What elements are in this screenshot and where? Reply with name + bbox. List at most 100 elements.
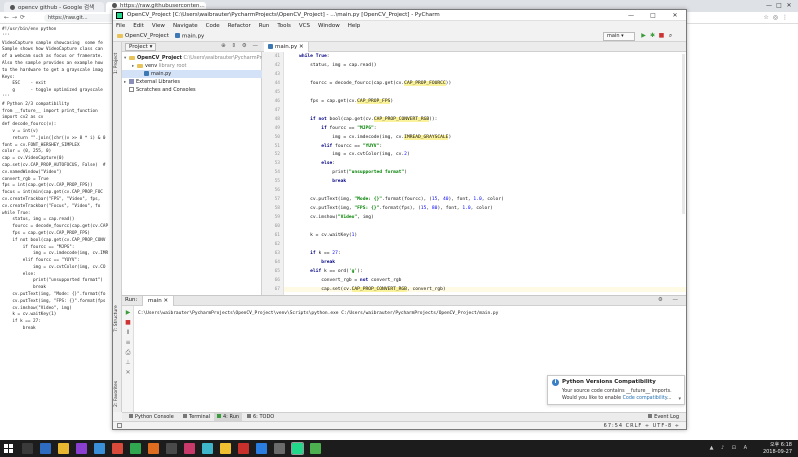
- code-line[interactable]: fps = cap.get(cv.CAP_PROP_FPS): [288, 98, 393, 104]
- app-icon-7[interactable]: [184, 443, 195, 454]
- close-button[interactable]: ✕: [664, 10, 686, 21]
- search-icon[interactable]: ⌕: [666, 32, 675, 40]
- code-line[interactable]: convert_rgb = not convert_rgb: [288, 278, 401, 283]
- menu-file[interactable]: File: [113, 21, 129, 31]
- code-line[interactable]: k = cv.waitKey(1): [288, 233, 357, 238]
- code-line[interactable]: if not bool(cap.get(cv.CAP_PROP_CONVERT_…: [288, 116, 437, 122]
- tree-item-project-root[interactable]: ▾ OpenCV_Project C:\Users\waibrauter\Pych…: [124, 54, 274, 62]
- code-line[interactable]: fourcc = decode_fourcc(cap.get(cv.CAP_PR…: [288, 80, 451, 86]
- app-icon-6[interactable]: [166, 443, 177, 454]
- browser-nav-icons[interactable]: ←→⟳: [4, 14, 28, 21]
- menu-help[interactable]: Help: [344, 21, 365, 31]
- tree-item-main-py[interactable]: main.py: [122, 70, 262, 78]
- stop-icon[interactable]: ■: [657, 32, 666, 39]
- editor-tab-main-py[interactable]: main.py ✕: [264, 42, 309, 52]
- app-icon-9[interactable]: [220, 443, 231, 454]
- run-configuration-select[interactable]: main ▾: [603, 32, 635, 41]
- maximize-icon[interactable]: □: [774, 2, 784, 9]
- menu-navigate[interactable]: Navigate: [169, 21, 202, 31]
- app-icon-13[interactable]: [310, 443, 321, 454]
- menu-vcs[interactable]: VCS: [295, 21, 314, 31]
- print-icon[interactable]: ⎙: [125, 350, 131, 356]
- run-tab-main[interactable]: main ✕: [142, 296, 175, 306]
- pin-icon[interactable]: ⊥: [125, 360, 131, 366]
- editor-scrollbar[interactable]: [682, 54, 685, 214]
- code-line[interactable]: if k == 27:: [288, 251, 340, 256]
- notification-balloon[interactable]: i Python Versions Compatibility Your sou…: [547, 375, 685, 405]
- favorites-tool-button[interactable]: 2: Favorites: [114, 381, 119, 407]
- file-explorer-icon[interactable]: [58, 443, 69, 454]
- minimize-icon[interactable]: —: [764, 2, 774, 9]
- tool-windows-toggle-icon[interactable]: [117, 423, 122, 428]
- code-line[interactable]: break: [288, 179, 346, 184]
- app-icon-5[interactable]: [148, 443, 159, 454]
- menu-edit[interactable]: Edit: [129, 21, 148, 31]
- soft-wrap-icon[interactable]: ≡: [125, 340, 131, 346]
- pycharm-taskbar-icon[interactable]: [291, 442, 304, 455]
- code-line[interactable]: else:: [288, 161, 335, 166]
- code-line[interactable]: elif fourcc == "YUYV":: [288, 144, 382, 149]
- minimize-button[interactable]: —: [620, 10, 642, 21]
- menu-refactor[interactable]: Refactor: [224, 21, 255, 31]
- run-icon: [217, 414, 221, 418]
- menu-window[interactable]: Window: [314, 21, 344, 31]
- close-icon[interactable]: ✕: [784, 2, 794, 9]
- search-taskbar-icon[interactable]: [22, 443, 33, 454]
- app-icon-12[interactable]: [274, 443, 285, 454]
- google-favicon-icon: [10, 5, 15, 10]
- tree-item-external-libraries[interactable]: ▸ External Libraries: [124, 78, 180, 86]
- system-clock[interactable]: 오후 6:18 2018-09-27: [763, 442, 792, 455]
- delete-icon[interactable]: ✕: [125, 370, 131, 376]
- title-bar: OpenCV_Project [C:\Users\waibrauter\Pych…: [113, 10, 686, 21]
- project-view-select[interactable]: Project ▾: [125, 43, 157, 51]
- code-line[interactable]: status, img = cap.read(): [288, 63, 376, 68]
- run-icon[interactable]: ▶: [639, 32, 648, 39]
- project-tool-button[interactable]: 1: Project: [114, 53, 119, 74]
- app-icon-4[interactable]: [130, 443, 141, 454]
- code-line[interactable]: img = cv.imdecode(img, cv.IMREAD_GRAYSCA…: [288, 134, 451, 140]
- app-icon-2[interactable]: [94, 443, 105, 454]
- tree-item-venv[interactable]: ▸ venv library root: [132, 62, 186, 70]
- code-line[interactable]: cap.set(cv.CAP_PROP_CONVERT_RGB, convert…: [284, 286, 686, 292]
- app-icon-3[interactable]: [112, 443, 123, 454]
- code-line[interactable]: print("unsupported format"): [288, 170, 407, 175]
- code-line[interactable]: cv.imshow("Video", img): [288, 215, 374, 220]
- app-icon-1[interactable]: [76, 443, 87, 454]
- code-compatibility-link[interactable]: Code compatibility: [623, 396, 667, 401]
- code-line[interactable]: while True:: [288, 54, 329, 59]
- code-line[interactable]: cv.putText(img, "Mode: {}".format(fourcc…: [288, 197, 504, 202]
- menu-run[interactable]: Run: [255, 21, 274, 31]
- code-line[interactable]: img = cv.cvtColor(img, cv.2): [288, 152, 409, 157]
- task-view-icon[interactable]: [40, 443, 51, 454]
- debug-icon[interactable]: ✱: [648, 32, 657, 39]
- pause-icon[interactable]: Ⅱ: [125, 330, 131, 336]
- app-icon-10[interactable]: [238, 443, 249, 454]
- system-tray-icons[interactable]: ▲ ♪ ⊡ A: [710, 445, 750, 451]
- app-icon-8[interactable]: [202, 443, 213, 454]
- project-panel-tools[interactable]: ⊕ ⇕ ⚙ —: [221, 43, 260, 49]
- code-line[interactable]: cv.putText(img, "FPS: {}".format(fps), (…: [288, 206, 493, 211]
- breadcrumb-project[interactable]: OpenCV_Project: [117, 33, 169, 39]
- app-icon-11[interactable]: [256, 443, 267, 454]
- menu-view[interactable]: View: [148, 21, 169, 31]
- chevron-down-icon[interactable]: ▾: [678, 396, 681, 402]
- stop-icon[interactable]: ■: [125, 320, 131, 326]
- tree-item-scratches[interactable]: Scratches and Consoles: [129, 86, 196, 94]
- browser-tab-google[interactable]: opencv github - Google 검색: [4, 2, 104, 12]
- breadcrumb-file[interactable]: main.py: [175, 33, 204, 40]
- line-number: 56: [274, 188, 280, 194]
- rerun-icon[interactable]: ▶: [125, 310, 131, 316]
- code-line[interactable]: elif k == ord('g'):: [288, 269, 363, 274]
- maximize-button[interactable]: □: [642, 10, 664, 21]
- raw-source-line: cv.createTrackbar("Focus", "Video", fo: [2, 203, 101, 209]
- menu-tools[interactable]: Tools: [273, 21, 295, 31]
- code-editor[interactable]: while True: status, img = cap.read() fou…: [284, 52, 686, 295]
- run-panel-tools[interactable]: ⚙ —: [658, 297, 682, 303]
- status-info[interactable]: 67:54 CRLF ÷ UTF-8 ÷: [604, 423, 680, 429]
- browser-menu-icons[interactable]: ☆◎⋮: [763, 14, 792, 21]
- windows-start-icon[interactable]: [4, 444, 13, 453]
- menu-code[interactable]: Code: [202, 21, 224, 31]
- structure-tool-button[interactable]: 7: Structure: [114, 305, 119, 332]
- code-line[interactable]: break: [288, 260, 335, 265]
- code-line[interactable]: if fourcc == "MJPG":: [288, 126, 376, 131]
